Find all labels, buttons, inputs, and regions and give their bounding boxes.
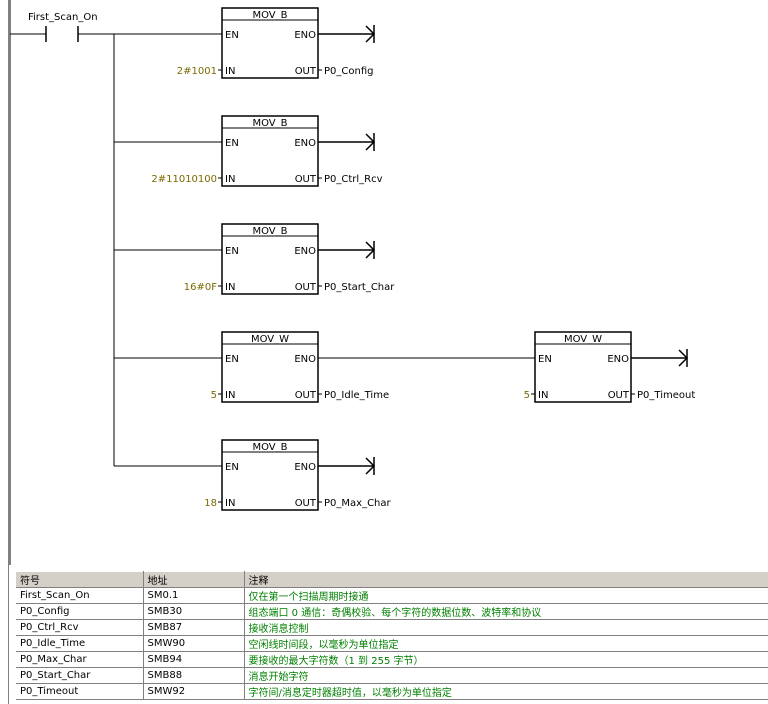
en-pin: EN [225, 246, 239, 257]
in-value: 5 [524, 390, 530, 401]
cell-address[interactable]: SM0.1 [143, 587, 245, 604]
header-symbol[interactable]: 符号 [16, 571, 144, 588]
in-value: 2#1001 [177, 66, 217, 77]
cell-comment[interactable]: 消息开始字符 [244, 667, 768, 684]
cell-symbol[interactable]: P0_Max_Char [16, 651, 144, 668]
cell-address[interactable]: SMB94 [143, 651, 245, 668]
cell-address[interactable]: SMB88 [143, 667, 245, 684]
block-title: MOV_B [252, 118, 287, 129]
block-title: MOV_B [252, 442, 287, 453]
mov-block[interactable]: MOV_B EN ENO IN OUT 2#11010100 P0_Ctrl_Rcv [114, 115, 383, 187]
cell-comment[interactable]: 接收消息控制 [244, 619, 768, 636]
out-pin: OUT [295, 390, 317, 401]
table-row[interactable]: P0_Ctrl_Rcv SMB87 接收消息控制 [16, 619, 768, 636]
mov-block[interactable]: MOV_B EN ENO IN OUT 16#0F P0_Start_Char [114, 223, 395, 295]
in-pin: IN [225, 66, 235, 77]
cell-symbol[interactable]: First_Scan_On [16, 587, 144, 604]
eno-pin: ENO [607, 354, 629, 365]
block-title: MOV_W [251, 334, 289, 345]
cell-comment[interactable]: 仅在第一个扫描周期时接通 [244, 587, 768, 604]
table-row[interactable]: P0_Config SMB30 组态端口 0 通信：奇偶校验、每个字符的数据位数、波… [16, 603, 768, 620]
in-value: 2#11010100 [151, 174, 217, 185]
out-pin: OUT [295, 498, 317, 509]
block-title: MOV_W [564, 334, 602, 345]
symbol-table-header: 符号 地址 注释 [16, 571, 768, 588]
cell-address[interactable]: SMW92 [143, 683, 245, 700]
out-value: P0_Start_Char [324, 282, 395, 293]
out-value: P0_Ctrl_Rcv [324, 174, 383, 185]
in-pin: IN [225, 390, 235, 401]
cell-comment[interactable]: 字符间/消息定时器超时值，以毫秒为单位指定 [244, 683, 768, 700]
eno-pin: ENO [294, 138, 316, 149]
out-pin: OUT [295, 282, 317, 293]
in-pin: IN [225, 498, 235, 509]
out-value: P0_Timeout [637, 390, 695, 401]
table-row[interactable]: P0_Idle_Time SMW90 空闲线时间段，以毫秒为单位指定 [16, 635, 768, 652]
ladder-diagram: First_Scan_On MOV_B EN ENO IN OUT 2#1001 P0_Co… [9, 0, 696, 565]
block-title: MOV_B [252, 10, 287, 21]
mov-block[interactable]: MOV_W EN ENO IN OUT 5 P0_Timeout [524, 331, 696, 403]
cell-address[interactable]: SMB30 [143, 603, 245, 620]
contact-label: First_Scan_On [28, 12, 98, 23]
cell-symbol[interactable]: P0_Start_Char [16, 667, 144, 684]
out-value: P0_Config [324, 66, 373, 77]
eno-pin: ENO [294, 354, 316, 365]
in-pin: IN [538, 390, 548, 401]
mov-block[interactable]: MOV_B EN ENO IN OUT 2#1001 P0_Config [114, 7, 376, 79]
out-value: P0_Max_Char [324, 498, 392, 509]
out-pin: OUT [608, 390, 630, 401]
en-pin: EN [538, 354, 552, 365]
cell-comment[interactable]: 空闲线时间段，以毫秒为单位指定 [244, 635, 768, 652]
contact-first-scan-on[interactable]: First_Scan_On [10, 12, 114, 42]
in-value: 18 [204, 498, 217, 509]
en-pin: EN [225, 462, 239, 473]
in-value: 16#0F [184, 282, 217, 293]
cell-comment[interactable]: 要接收的最大字符数（1 到 255 字节） [244, 651, 768, 668]
eno-pin: ENO [294, 30, 316, 41]
table-row[interactable]: P0_Max_Char SMB94 要接收的最大字符数（1 到 255 字节） [16, 651, 768, 668]
table-row[interactable]: First_Scan_On SM0.1 仅在第一个扫描周期时接通 [16, 587, 768, 604]
cell-symbol[interactable]: P0_Timeout [16, 683, 144, 700]
symbol-table: 符号 地址 注释 First_Scan_On SM0.1 仅在第一个扫描周期时接通 P… [16, 571, 768, 700]
mov-block[interactable]: MOV_W EN ENO IN OUT 5 P0_Idle_Time [114, 331, 535, 403]
eno-pin: ENO [294, 246, 316, 257]
out-pin: OUT [295, 174, 317, 185]
table-row[interactable]: P0_Timeout SMW92 字符间/消息定时器超时值，以毫秒为单位指定 [16, 683, 768, 700]
cell-symbol[interactable]: P0_Idle_Time [16, 635, 144, 652]
in-pin: IN [225, 282, 235, 293]
cell-address[interactable]: SMB87 [143, 619, 245, 636]
cell-comment[interactable]: 组态端口 0 通信：奇偶校验、每个字符的数据位数、波特率和协议 [244, 603, 768, 620]
eno-pin: ENO [294, 462, 316, 473]
cell-symbol[interactable]: P0_Ctrl_Rcv [16, 619, 144, 636]
header-comment[interactable]: 注释 [244, 571, 768, 588]
cell-symbol[interactable]: P0_Config [16, 603, 144, 620]
in-value: 5 [211, 390, 217, 401]
cell-address[interactable]: SMW90 [143, 635, 245, 652]
mov-block[interactable]: MOV_B EN ENO IN OUT 18 P0_Max_Char [114, 439, 392, 511]
out-value: P0_Idle_Time [324, 390, 389, 401]
table-row[interactable]: P0_Start_Char SMB88 消息开始字符 [16, 667, 768, 684]
en-pin: EN [225, 30, 239, 41]
in-pin: IN [225, 174, 235, 185]
en-pin: EN [225, 138, 239, 149]
out-pin: OUT [295, 66, 317, 77]
en-pin: EN [225, 354, 239, 365]
header-address[interactable]: 地址 [143, 571, 245, 588]
block-title: MOV_B [252, 226, 287, 237]
